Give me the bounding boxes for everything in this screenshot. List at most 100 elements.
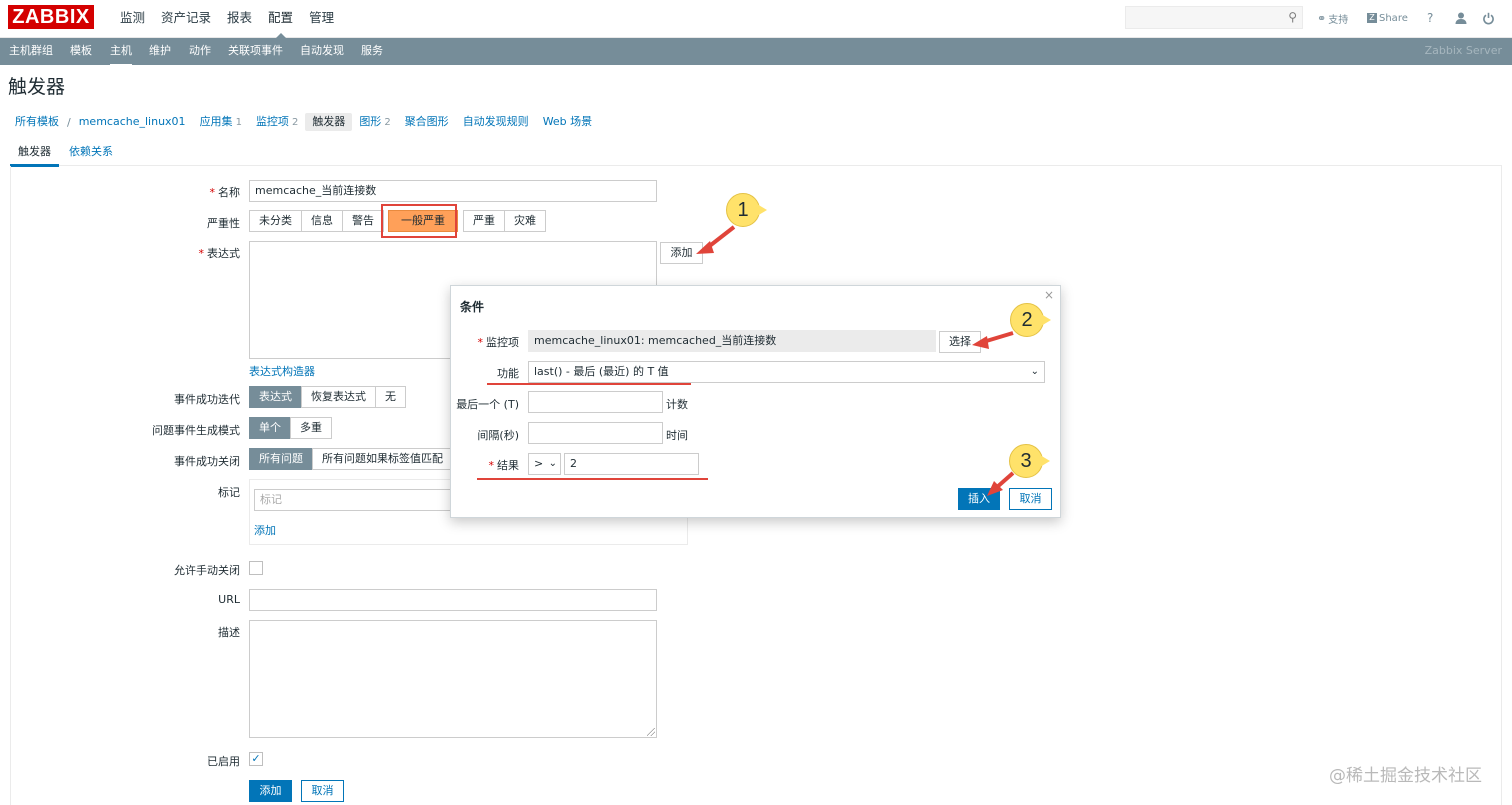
tags-label: 标记 (218, 486, 240, 499)
user-icon[interactable] (1454, 0, 1468, 36)
search-input[interactable]: ⚲ (1125, 6, 1303, 29)
dialog-item-label-text: 监控项 (486, 336, 519, 349)
annotation-badge-2: 2 (1010, 303, 1051, 337)
dialog-function-label: 功能 (497, 367, 519, 380)
breadcrumb-items[interactable]: 监控项 2 (249, 113, 305, 132)
search-icon[interactable]: ⚲ (1288, 10, 1297, 24)
menu-reports[interactable]: 报表 (219, 0, 260, 38)
enabled-checkbox[interactable]: ✓ (249, 752, 263, 766)
name-label-text: 名称 (218, 186, 240, 199)
sub-menu-bar: 主机群组 模板 主机 维护 动作 关联项事件 自动发现 服务 Zabbix Se… (0, 38, 1512, 67)
result-operator-value: > (534, 457, 544, 470)
select-item-button[interactable]: 选择 (939, 331, 981, 353)
support-label: 支持 (1328, 14, 1349, 26)
tag-name-input[interactable]: 标记 (254, 489, 454, 511)
dialog-cancel-button[interactable]: 取消 (1009, 488, 1052, 510)
submenu-services[interactable]: 服务 (361, 38, 383, 64)
menu-monitoring[interactable]: 监测 (112, 0, 153, 38)
power-icon[interactable] (1482, 0, 1495, 36)
breadcrumb-host[interactable]: memcache_linux01 (72, 113, 193, 131)
interval-input[interactable] (528, 422, 663, 444)
headset-icon: ⚭ (1317, 11, 1327, 25)
tab-trigger[interactable]: 触发器 (10, 140, 59, 167)
watermark: @稀土掘金技术社区 (1329, 766, 1482, 786)
breadcrumb-applications[interactable]: 应用集 1 (193, 113, 249, 132)
menu-inventory[interactable]: 资产记录 (153, 0, 219, 38)
url-input[interactable] (249, 589, 657, 611)
top-bar: ZABBIX 监测 资产记录 报表 配置 管理 ⚲ ⚭ 支持 Z Share ? (0, 0, 1512, 39)
breadcrumb-web-scenarios[interactable]: Web 场景 (536, 113, 599, 131)
dialog-last-label: 最后一个 (T) (456, 398, 519, 411)
severity-high[interactable]: 严重 (463, 210, 505, 232)
name-input[interactable]: memcache_当前连接数 (249, 180, 657, 202)
menu-administration[interactable]: 管理 (301, 0, 342, 38)
help-icon[interactable]: ? (1427, 0, 1433, 36)
annotation-badge-1: 1 (726, 193, 767, 227)
applications-count: 1 (235, 116, 242, 128)
description-textarea[interactable] (249, 620, 657, 738)
server-name: Zabbix Server (1424, 44, 1502, 57)
last-count-input[interactable] (528, 391, 663, 413)
submenu-actions[interactable]: 动作 (189, 38, 211, 64)
dialog-result-label-text: 结果 (497, 459, 519, 472)
zabbix-logo[interactable]: ZABBIX (8, 5, 94, 29)
items-count: 2 (291, 116, 299, 128)
breadcrumb-triggers[interactable]: 触发器 (305, 113, 353, 131)
cancel-button[interactable]: 取消 (301, 780, 344, 802)
insert-button[interactable]: 插入 (958, 488, 1000, 510)
tab-dependencies[interactable]: 依赖关系 (61, 140, 121, 164)
share-link[interactable]: Z Share (1367, 0, 1408, 36)
submenu-event-correlation[interactable]: 关联项事件 (228, 38, 283, 64)
chevron-down-icon: ⌄ (548, 458, 557, 469)
share-label: Share (1379, 12, 1408, 24)
breadcrumb-discovery-rules[interactable]: 自动发现规则 (456, 113, 536, 131)
highlight-box (381, 204, 457, 238)
result-operator-select[interactable]: > ⌄ (528, 453, 561, 475)
share-icon: Z (1367, 13, 1377, 23)
close-icon[interactable]: × (1044, 288, 1054, 302)
submenu-discovery[interactable]: 自动发现 (300, 38, 344, 64)
breadcrumb: 所有模板 / memcache_linux01 应用集 1 监控项 2 触发器 图形… (8, 113, 599, 131)
last-unit: 计数 (666, 398, 688, 411)
severity-warning[interactable]: 警告 (342, 210, 384, 232)
breadcrumb-screens[interactable]: 聚合图形 (398, 113, 456, 131)
severity-not-classified[interactable]: 未分类 (249, 210, 302, 232)
severity-information[interactable]: 信息 (301, 210, 343, 232)
page-title: 触发器 (8, 76, 66, 98)
graphs-count: 2 (384, 116, 391, 128)
menu-configuration[interactable]: 配置 (260, 0, 301, 39)
submenu-hosts[interactable]: 主机 (110, 38, 132, 67)
submenu-maintenance[interactable]: 维护 (149, 38, 171, 64)
add-trigger-button[interactable]: 添加 (249, 780, 292, 802)
problem-mode-label: 问题事件生成模式 (152, 424, 240, 437)
submenu-templates[interactable]: 模板 (70, 38, 92, 64)
severity-label: 严重性 (207, 217, 240, 230)
support-link[interactable]: ⚭ 支持 (1317, 0, 1348, 36)
problem-mode-single[interactable]: 单个 (249, 417, 291, 439)
graphs-label: 图形 (359, 114, 382, 128)
add-expression-button[interactable]: 添加 (660, 242, 703, 264)
expression-label-text: 表达式 (207, 247, 240, 260)
ok-event-label: 事件成功迭代 (174, 393, 240, 406)
main-menu: 监测 资产记录 报表 配置 管理 (112, 0, 342, 39)
severity-disaster[interactable]: 灾难 (504, 210, 546, 232)
enabled-label: 已启用 (207, 755, 240, 768)
add-tag-link[interactable]: 添加 (254, 522, 276, 538)
condition-dialog: 条件 × * 监控项 memcache_linux01: memcached_当前… (450, 285, 1061, 518)
manual-close-label: 允许手动关闭 (174, 564, 240, 577)
submenu-host-groups[interactable]: 主机群组 (9, 38, 53, 64)
applications-label: 应用集 (199, 114, 233, 128)
breadcrumb-all-templates[interactable]: 所有模板 (8, 113, 66, 131)
dialog-item-field: memcache_linux01: memcached_当前连接数 (528, 330, 936, 352)
manual-close-checkbox[interactable] (249, 561, 263, 575)
dialog-interval-label: 间隔(秒) (477, 429, 519, 442)
items-label: 监控项 (255, 114, 289, 128)
dialog-item-label: * 监控项 (477, 336, 520, 349)
description-label: 描述 (218, 626, 240, 639)
function-select[interactable]: last() - 最后 (最近) 的 T 值 ⌄ (528, 361, 1045, 383)
breadcrumb-graphs[interactable]: 图形 2 (352, 113, 397, 132)
name-label: * 名称 (209, 186, 241, 199)
resize-grip[interactable] (647, 728, 655, 736)
result-value-input[interactable]: 2 (564, 453, 699, 475)
chevron-down-icon: ⌄ (1030, 366, 1039, 377)
